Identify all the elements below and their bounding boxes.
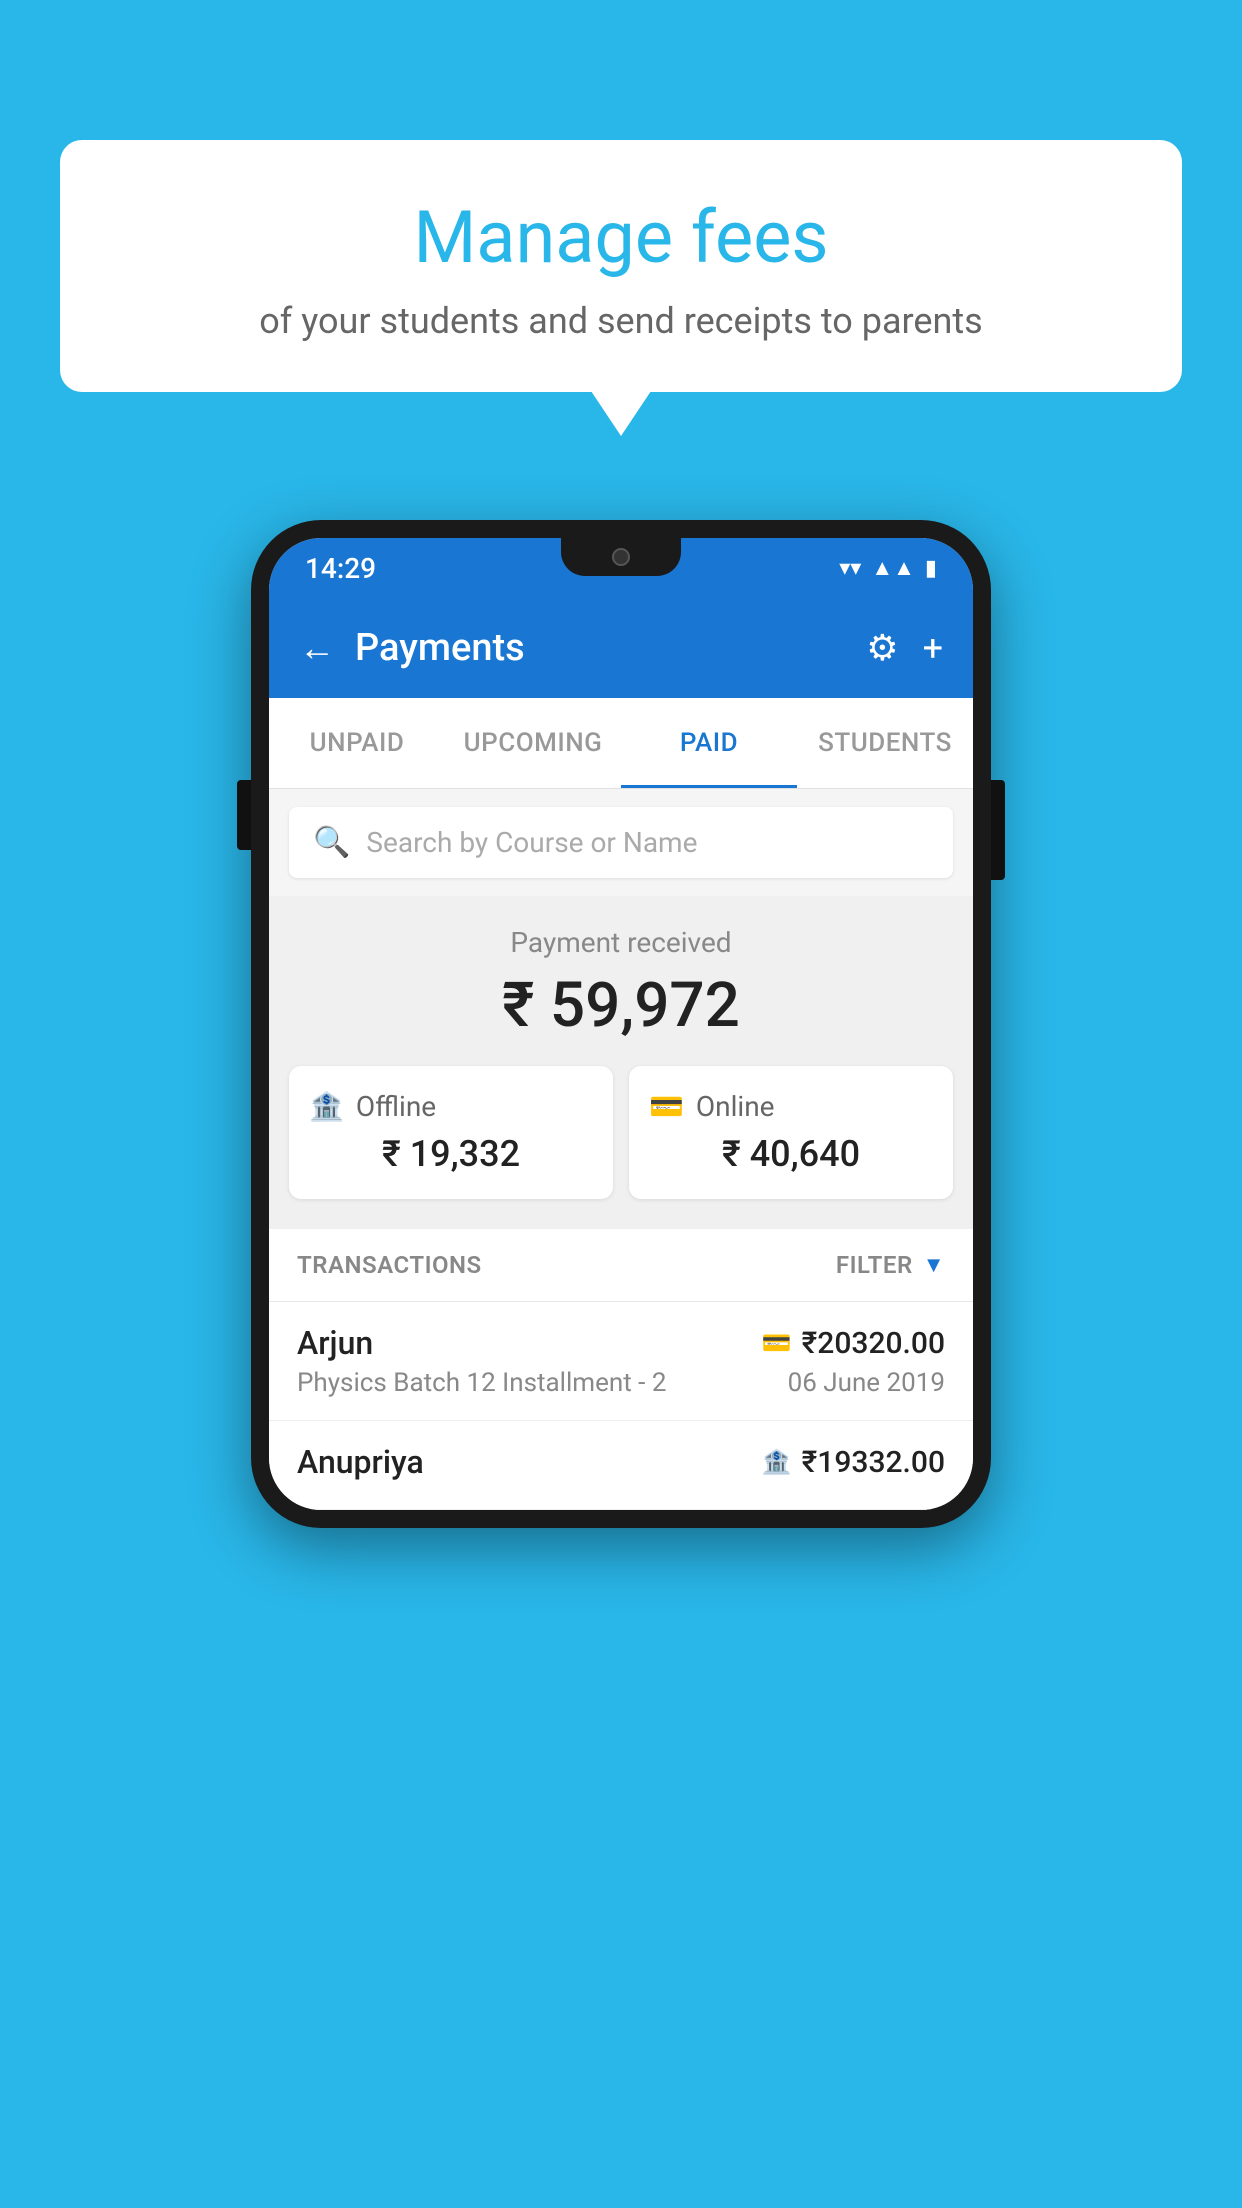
filter-icon: ▼ — [923, 1252, 945, 1278]
online-amount: ₹ 40,640 — [649, 1133, 933, 1175]
gear-icon[interactable]: ⚙ — [866, 627, 898, 669]
phone-mockup: 14:29 ▾▾ ▲▲ ▮ ← Payments ⚙ + — [251, 520, 991, 1528]
card-payment-icon-1: 💳 — [762, 1329, 792, 1357]
transactions-label: TRANSACTIONS — [297, 1251, 482, 1279]
status-bar: 14:29 ▾▾ ▲▲ ▮ — [269, 538, 973, 598]
transaction-amount-row-2: 🏦 ₹19332.00 — [762, 1445, 945, 1480]
tab-students[interactable]: STUDENTS — [797, 698, 973, 788]
table-row[interactable]: Arjun 💳 ₹20320.00 Physics Batch 12 Insta… — [269, 1302, 973, 1421]
phone-outer: 14:29 ▾▾ ▲▲ ▮ ← Payments ⚙ + — [251, 520, 991, 1528]
tab-unpaid[interactable]: UNPAID — [269, 698, 445, 788]
wifi-icon: ▾▾ — [839, 556, 861, 581]
offline-label: Offline — [356, 1090, 436, 1123]
transaction-amount-row-1: 💳 ₹20320.00 — [762, 1326, 945, 1361]
app-bar: ← Payments ⚙ + — [269, 598, 973, 698]
tab-paid[interactable]: PAID — [621, 698, 797, 788]
battery-icon: ▮ — [925, 556, 937, 581]
online-card: 💳 Online ₹ 40,640 — [629, 1066, 953, 1199]
table-row[interactable]: Anupriya 🏦 ₹19332.00 — [269, 1421, 973, 1510]
add-icon[interactable]: + — [923, 627, 943, 669]
transaction-top-2: Anupriya 🏦 ₹19332.00 — [297, 1443, 945, 1481]
search-input[interactable]: Search by Course or Name — [366, 826, 697, 859]
bubble-subtitle: of your students and send receipts to pa… — [120, 300, 1122, 342]
notch — [561, 538, 681, 576]
online-label: Online — [696, 1090, 775, 1123]
payment-received-section: Payment received ₹ 59,972 🏦 Offline ₹ 19… — [269, 896, 973, 1229]
tabs: UNPAID UPCOMING PAID STUDENTS — [269, 698, 973, 789]
payment-cards: 🏦 Offline ₹ 19,332 💳 Online ₹ 40,640 — [289, 1066, 953, 1199]
transaction-amount-1: ₹20320.00 — [802, 1326, 945, 1361]
filter-button[interactable]: FILTER ▼ — [836, 1251, 945, 1279]
camera — [612, 548, 630, 566]
transaction-amount-2: ₹19332.00 — [802, 1445, 945, 1480]
app-bar-icons: ⚙ + — [866, 627, 943, 669]
speech-bubble-wrapper: Manage fees of your students and send re… — [60, 140, 1182, 392]
search-icon: 🔍 — [313, 825, 350, 860]
offline-amount: ₹ 19,332 — [309, 1133, 593, 1175]
online-icon: 💳 — [649, 1090, 684, 1123]
transaction-top-1: Arjun 💳 ₹20320.00 — [297, 1324, 945, 1362]
phone-screen: 14:29 ▾▾ ▲▲ ▮ ← Payments ⚙ + — [269, 538, 973, 1510]
online-card-header: 💳 Online — [649, 1090, 933, 1123]
payment-label: Payment received — [289, 926, 953, 959]
search-bar[interactable]: 🔍 Search by Course or Name — [289, 807, 953, 878]
transaction-date-1: 06 June 2019 — [788, 1368, 945, 1398]
offline-card-header: 🏦 Offline — [309, 1090, 593, 1123]
transactions-header: TRANSACTIONS FILTER ▼ — [269, 1229, 973, 1302]
filter-label: FILTER — [836, 1251, 913, 1279]
offline-icon: 🏦 — [309, 1090, 344, 1123]
status-icons: ▾▾ ▲▲ ▮ — [839, 555, 937, 581]
tab-upcoming[interactable]: UPCOMING — [445, 698, 621, 788]
transaction-bottom-1: Physics Batch 12 Installment - 2 06 June… — [297, 1368, 945, 1398]
search-container: 🔍 Search by Course or Name — [269, 789, 973, 896]
signal-icon: ▲▲ — [871, 555, 915, 581]
transaction-desc-1: Physics Batch 12 Installment - 2 — [297, 1368, 666, 1398]
bubble-title: Manage fees — [120, 195, 1122, 280]
offline-card: 🏦 Offline ₹ 19,332 — [289, 1066, 613, 1199]
payment-amount: ₹ 59,972 — [289, 969, 953, 1042]
transaction-name-1: Arjun — [297, 1324, 373, 1362]
status-time: 14:29 — [305, 552, 376, 585]
back-button[interactable]: ← — [299, 627, 335, 669]
transaction-name-2: Anupriya — [297, 1443, 424, 1481]
cash-payment-icon-2: 🏦 — [762, 1448, 792, 1476]
speech-bubble: Manage fees of your students and send re… — [60, 140, 1182, 392]
page-title: Payments — [355, 626, 846, 670]
